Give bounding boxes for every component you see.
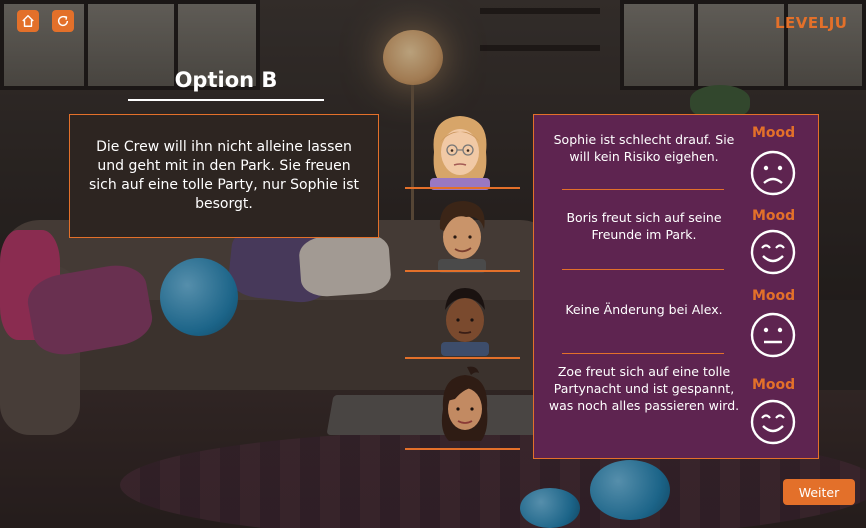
mood-panel: Sophie ist schlecht drauf. Sie will kein… xyxy=(533,114,819,459)
refresh-icon xyxy=(57,15,69,27)
story-text: Die Crew will ihn nicht alleine lassen u… xyxy=(89,139,359,212)
story-box: Die Crew will ihn nicht alleine lassen u… xyxy=(69,114,379,238)
mood-text: Sophie ist schlecht drauf. Sie will kein… xyxy=(553,132,735,164)
title-underline xyxy=(128,99,324,101)
mood-text: Boris freut sich auf seine Freunde im Pa… xyxy=(566,210,722,242)
avatar-divider xyxy=(405,187,520,189)
mood-label: Mood xyxy=(752,208,796,224)
mood-label: Mood xyxy=(752,125,796,141)
next-button[interactable]: Weiter xyxy=(783,479,855,505)
brand-logo: LEVELJU xyxy=(775,14,848,32)
happy-face-icon xyxy=(750,229,796,275)
page-title: Option B xyxy=(174,68,278,92)
happy-face-icon xyxy=(750,399,796,445)
mood-separator xyxy=(562,269,724,270)
neutral-face-icon xyxy=(750,312,796,358)
home-button[interactable] xyxy=(17,10,39,32)
avatar-boris xyxy=(438,201,486,273)
sad-face-icon xyxy=(750,150,796,196)
refresh-button[interactable] xyxy=(52,10,74,32)
avatar-sophie xyxy=(430,116,490,190)
avatar-divider xyxy=(405,270,520,272)
avatar-divider xyxy=(405,357,520,359)
mood-separator xyxy=(562,353,724,354)
avatar-divider xyxy=(405,448,520,450)
mood-label: Mood xyxy=(752,377,796,393)
mood-separator xyxy=(562,189,724,190)
mood-text: Zoe freut sich auf eine tolle Partynacht… xyxy=(548,364,740,413)
avatar-zoe xyxy=(441,366,488,441)
home-icon xyxy=(22,15,34,27)
avatar-alex xyxy=(441,288,489,356)
mood-label: Mood xyxy=(752,288,796,304)
mood-text: Keine Änderung bei Alex. xyxy=(565,302,723,317)
